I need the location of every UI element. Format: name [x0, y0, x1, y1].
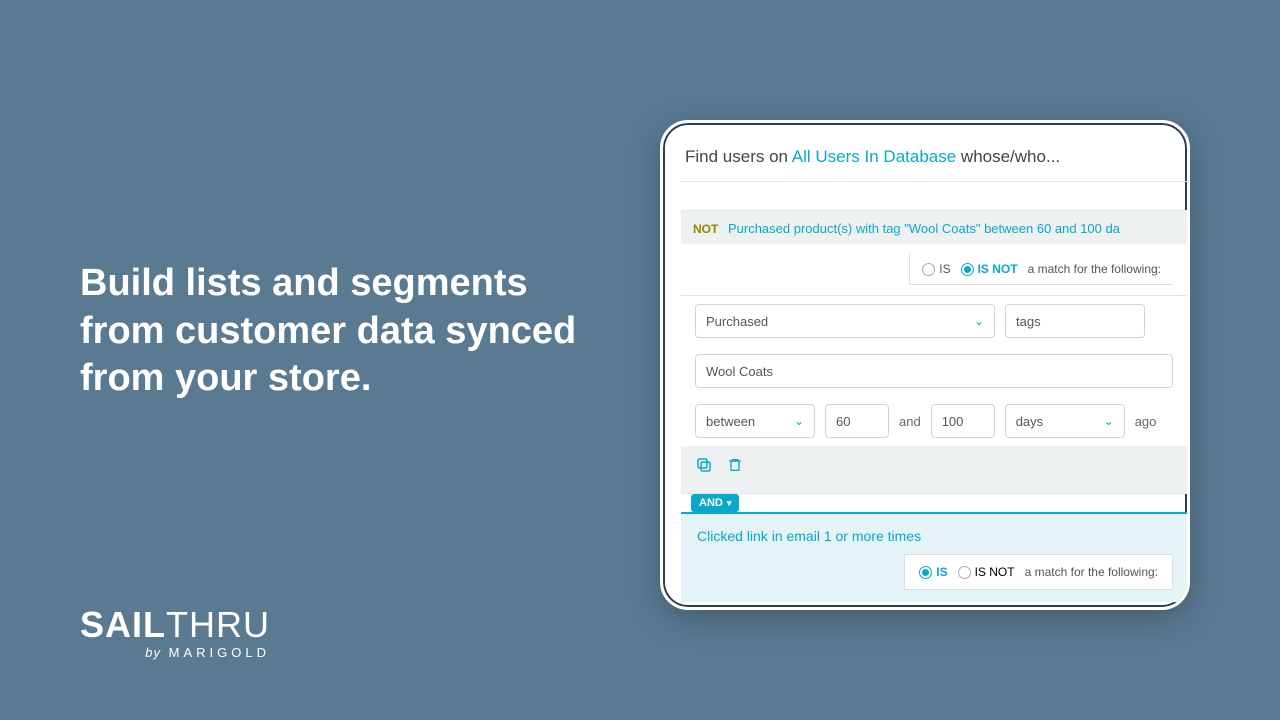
app-panel: Find users on All Users In Database whos…	[660, 120, 1190, 610]
range-operator-select[interactable]: between ⌄	[695, 404, 815, 438]
not-badge: NOT	[693, 222, 718, 236]
match-mode-panel: IS IS NOT a match for the following:	[909, 254, 1173, 285]
match-text-2: a match for the following:	[1025, 565, 1158, 579]
range-to-input[interactable]: 100	[931, 404, 995, 438]
criteria-summary: Purchased product(s) with tag "Wool Coat…	[728, 221, 1120, 236]
trash-icon[interactable]	[727, 457, 743, 478]
query-header: Find users on All Users In Database whos…	[681, 143, 1187, 182]
attribute-select[interactable]: tags	[1005, 304, 1145, 338]
radio-icon	[919, 566, 932, 579]
radio-is-2[interactable]: IS	[919, 565, 947, 579]
chevron-down-icon: ▾	[727, 498, 732, 509]
range-from-input[interactable]: 60	[825, 404, 889, 438]
logo-by: by	[145, 645, 161, 660]
criteria2-summary: Clicked link in email 1 or more times	[681, 514, 1187, 554]
radio-icon	[922, 263, 935, 276]
radio-icon	[961, 263, 974, 276]
radio-isnot-label: IS NOT	[978, 262, 1018, 276]
query-suffix: whose/who...	[956, 147, 1060, 166]
chevron-down-icon: ⌄	[1104, 414, 1114, 428]
radio-icon	[958, 566, 971, 579]
match-mode-panel-2: IS IS NOT a match for the following:	[904, 554, 1173, 590]
action-select-value: Purchased	[706, 314, 768, 329]
connector-pill[interactable]: AND ▾	[691, 494, 739, 512]
logo-brand: MARIGOLD	[169, 645, 270, 660]
radio-is[interactable]: IS	[922, 262, 950, 276]
radio-isnot-label-2: IS NOT	[975, 565, 1015, 579]
chevron-down-icon: ⌄	[974, 314, 984, 328]
query-prefix: Find users on	[685, 147, 792, 166]
criteria-block-2: Clicked link in email 1 or more times IS…	[681, 512, 1187, 602]
unit-select-value: days	[1016, 414, 1043, 429]
criteria-actions	[681, 446, 1187, 493]
tag-value-text: Wool Coats	[706, 364, 773, 379]
range-from-value: 60	[836, 414, 850, 429]
match-text: a match for the following:	[1028, 262, 1161, 276]
unit-select[interactable]: days ⌄	[1005, 404, 1125, 438]
tag-value-input[interactable]: Wool Coats	[695, 354, 1173, 388]
radio-is-not[interactable]: IS NOT	[961, 262, 1018, 276]
and-word: and	[899, 414, 921, 429]
range-operator-value: between	[706, 414, 755, 429]
duplicate-icon[interactable]	[695, 456, 713, 479]
radio-is-not-2[interactable]: IS NOT	[958, 565, 1015, 579]
audience-link[interactable]: All Users In Database	[792, 147, 956, 166]
range-to-value: 100	[942, 414, 964, 429]
brand-logo: SAILTHRU by MARIGOLD	[80, 607, 270, 660]
marketing-headline: Build lists and segments from customer d…	[80, 260, 600, 403]
chevron-down-icon: ⌄	[794, 414, 804, 428]
connector-label: AND	[699, 497, 723, 509]
logo-word-b: THRU	[166, 604, 270, 645]
action-select[interactable]: Purchased ⌄	[695, 304, 995, 338]
logo-word-a: SAIL	[80, 604, 166, 645]
radio-is-label-2: IS	[936, 565, 947, 579]
radio-is-label: IS	[939, 262, 950, 276]
attribute-select-value: tags	[1016, 314, 1041, 329]
criteria-block-1: NOT Purchased product(s) with tag "Wool …	[681, 210, 1187, 494]
ago-label: ago	[1135, 414, 1157, 429]
